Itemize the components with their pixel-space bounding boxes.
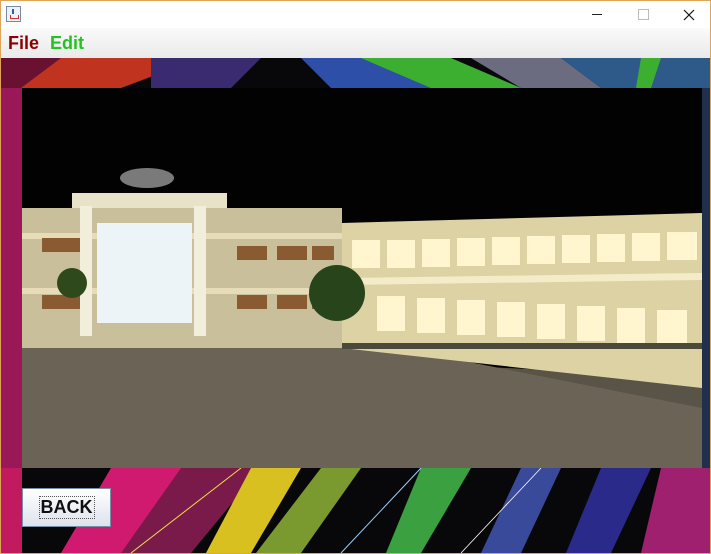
application-window: File Edit BACK <box>0 0 711 554</box>
maximize-button[interactable] <box>620 1 666 28</box>
menu-edit[interactable]: Edit <box>50 33 84 54</box>
back-button-label: BACK <box>38 496 95 519</box>
menu-file[interactable]: File <box>8 33 39 54</box>
campus-photo <box>22 88 702 468</box>
menu-bar: File Edit <box>1 28 710 58</box>
close-icon <box>683 9 695 20</box>
content-panel: BACK <box>1 58 710 553</box>
maximize-icon <box>637 9 649 20</box>
close-button[interactable] <box>666 1 711 28</box>
java-icon <box>6 6 21 22</box>
campus-photo-image <box>22 88 702 468</box>
minimize-button[interactable] <box>574 1 620 28</box>
back-button[interactable]: BACK <box>22 488 111 527</box>
minimize-icon <box>592 14 602 15</box>
title-bar[interactable] <box>1 1 710 28</box>
